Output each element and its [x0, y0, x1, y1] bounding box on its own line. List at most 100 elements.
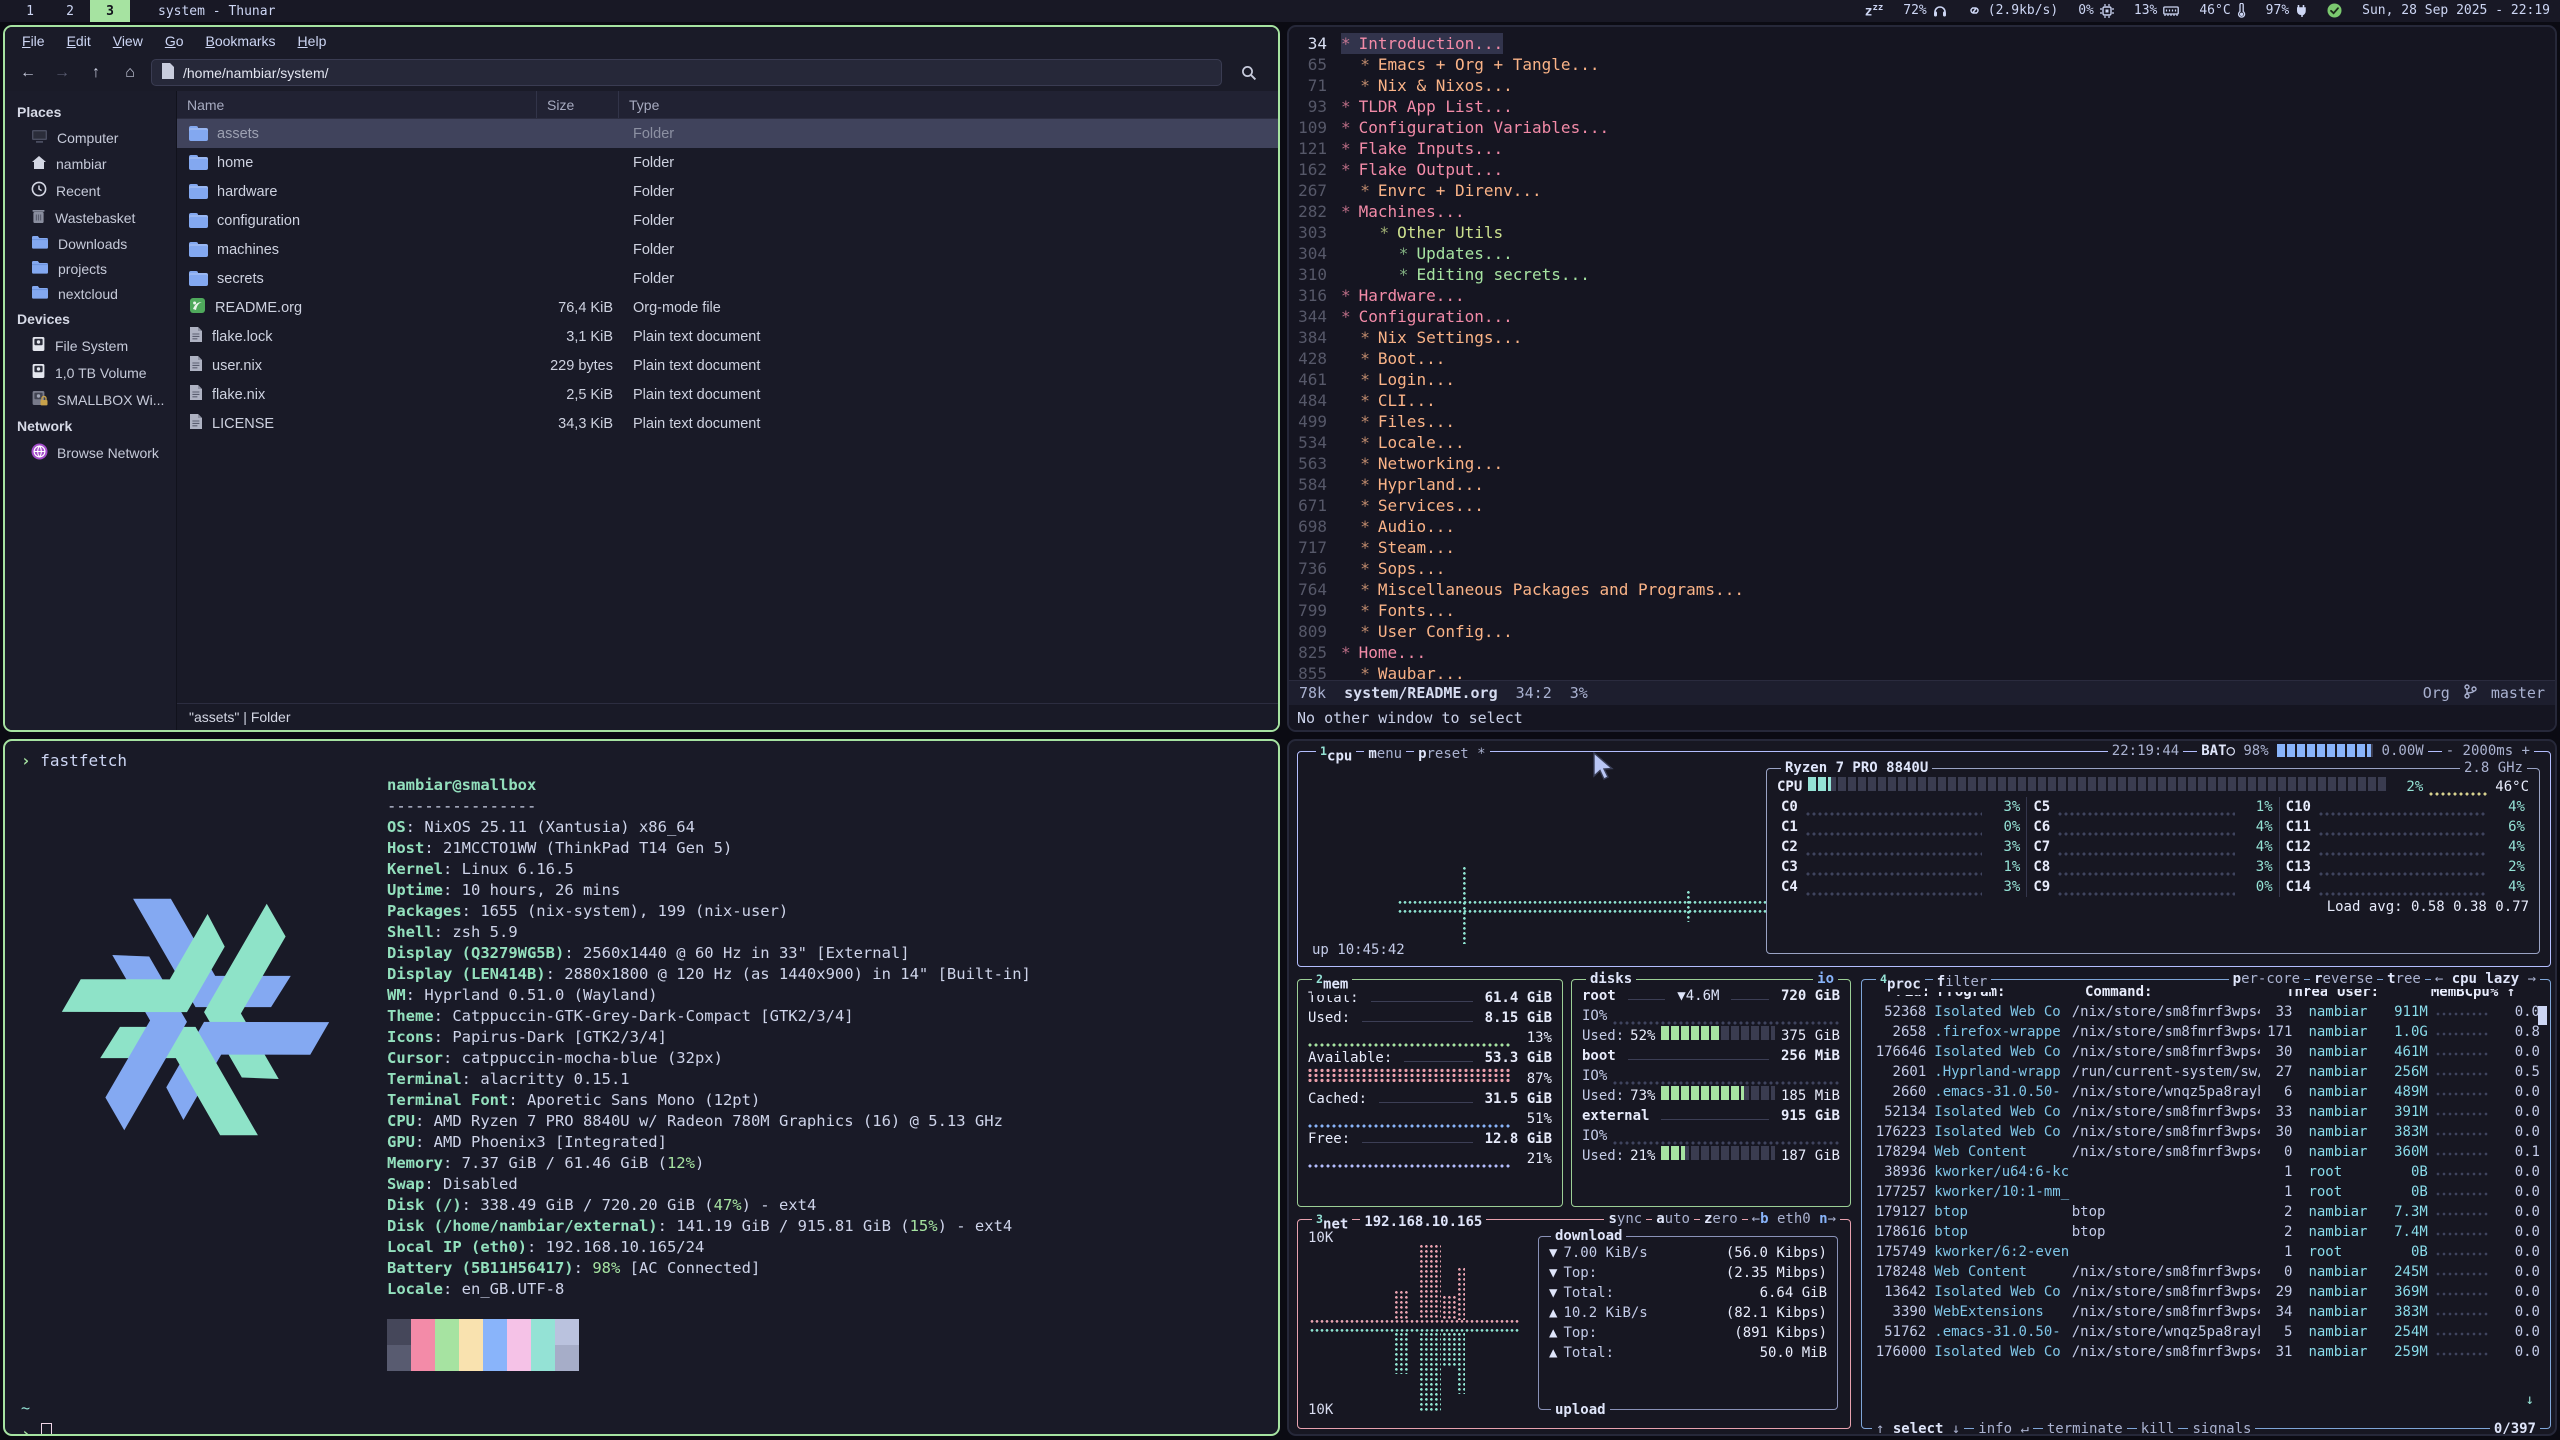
- menu-edit[interactable]: Edit: [58, 30, 100, 52]
- cpu-box-title[interactable]: 1cpu: [1316, 741, 1356, 767]
- clock-date[interactable]: Sun, 28 Sep 2025 - 22:19: [2362, 3, 2550, 18]
- column-header-size[interactable]: Size: [537, 91, 619, 118]
- proc-row[interactable]: 2658.firefox-wrappe/nix/store/sm8fmrf3wp…: [1862, 1022, 2550, 1042]
- org-heading-line[interactable]: 809 *User Config...: [1295, 621, 2555, 642]
- proc-row[interactable]: 52368Isolated Web Co/nix/store/sm8fmrf3w…: [1862, 1002, 2550, 1022]
- memory-usage[interactable]: 13%: [2134, 3, 2179, 18]
- file-row[interactable]: user.nix229 bytesPlain text document: [177, 351, 1278, 380]
- proc-sort-nav[interactable]: ← cpu lazy →: [2431, 969, 2540, 989]
- temperature[interactable]: 46°C: [2199, 3, 2245, 18]
- org-heading-line[interactable]: 282*Machines...: [1295, 201, 2555, 222]
- file-row[interactable]: configurationFolder: [177, 206, 1278, 235]
- proc-footer-2[interactable]: terminate: [2043, 1419, 2127, 1436]
- org-heading-line[interactable]: 109*Configuration Variables...: [1295, 117, 2555, 138]
- org-heading-line[interactable]: 698 *Audio...: [1295, 516, 2555, 537]
- sidebar-item-downloads[interactable]: Downloads: [5, 231, 176, 256]
- sidebar-item-1-0-tb-volume[interactable]: 1,0 TB Volume: [5, 359, 176, 386]
- org-heading-line[interactable]: 736 *Sops...: [1295, 558, 2555, 579]
- proc-row[interactable]: 2601.Hyprland-wrapp/run/current-system/s…: [1862, 1062, 2550, 1082]
- proc-footer-0[interactable]: ↑ select ↓: [1872, 1419, 1964, 1436]
- fastfetch-terminal[interactable]: › fastfetch nambiar@smallbox------------…: [3, 739, 1280, 1436]
- proc-row[interactable]: 3390WebExtensions/nix/store/sm8fmrf3wps4…: [1862, 1302, 2550, 1322]
- back-button[interactable]: ←: [15, 60, 41, 86]
- workspace-button-3[interactable]: 3: [90, 0, 130, 22]
- proc-row[interactable]: 177257kworker/10:1-mm_1root0B0.0: [1862, 1182, 2550, 1202]
- menu-button[interactable]: menu: [1364, 744, 1406, 764]
- file-row[interactable]: LICENSE34,3 KiBPlain text document: [177, 409, 1278, 438]
- org-heading-line[interactable]: 316*Hardware...: [1295, 285, 2555, 306]
- filter-button[interactable]: filter: [1933, 972, 1992, 992]
- org-heading-line[interactable]: 71 *Nix & Nixos...: [1295, 75, 2555, 96]
- proc-row[interactable]: 178294Web Content/nix/store/sm8fmrf3wps4…: [1862, 1142, 2550, 1162]
- sidebar-item-nambiar[interactable]: nambiar: [5, 151, 176, 177]
- file-row[interactable]: machinesFolder: [177, 235, 1278, 264]
- org-heading-line[interactable]: 855 *Waubar...: [1295, 663, 2555, 680]
- shell-prompt-empty[interactable]: ›: [21, 1423, 52, 1436]
- disks-io-toggle[interactable]: io: [1813, 969, 1838, 989]
- org-heading-line[interactable]: 461 *Login...: [1295, 369, 2555, 390]
- sidebar-item-projects[interactable]: projects: [5, 256, 176, 281]
- org-heading-line[interactable]: 484 *CLI...: [1295, 390, 2555, 411]
- proc-footer-4[interactable]: signals: [2188, 1419, 2255, 1436]
- proc-footer-3[interactable]: kill: [2137, 1419, 2179, 1436]
- sidebar-item-computer[interactable]: Computer: [5, 125, 176, 151]
- proc-button-tree[interactable]: tree: [2383, 969, 2425, 989]
- org-heading-line[interactable]: 764 *Miscellaneous Packages and Programs…: [1295, 579, 2555, 600]
- org-heading-line[interactable]: 34*Introduction...: [1295, 33, 2555, 54]
- org-heading-line[interactable]: 717 *Steam...: [1295, 537, 2555, 558]
- proc-row[interactable]: 13642Isolated Web Co/nix/store/sm8fmrf3w…: [1862, 1282, 2550, 1302]
- up-button[interactable]: ↑: [83, 60, 109, 86]
- file-row[interactable]: README.org76,4 KiBOrg-mode file: [177, 293, 1278, 322]
- proc-button-reverse[interactable]: reverse: [2310, 969, 2377, 989]
- proc-row[interactable]: 38936kworker/u64:6-kc1root0B0.0: [1862, 1162, 2550, 1182]
- org-heading-line[interactable]: 121*Flake Inputs...: [1295, 138, 2555, 159]
- net-button-zero[interactable]: zero: [1700, 1209, 1742, 1229]
- sidebar-item-smallbox-wi-[interactable]: SMALLBOX Wi...: [5, 386, 176, 413]
- sidebar-item-wastebasket[interactable]: Wastebasket: [5, 204, 176, 231]
- home-button[interactable]: ⌂: [117, 60, 143, 86]
- proc-row[interactable]: 179127btopbtop2nambiar7.3M0.0: [1862, 1202, 2550, 1222]
- proc-row[interactable]: 176000Isolated Web Co/nix/store/sm8fmrf3…: [1862, 1342, 2550, 1362]
- workspace-button-2[interactable]: 2: [50, 0, 90, 22]
- forward-button[interactable]: →: [49, 60, 75, 86]
- disks-box-title[interactable]: disks: [1586, 969, 1636, 989]
- net-button--b-eth0-n-[interactable]: ←b eth0 n→: [1748, 1209, 1840, 1229]
- file-row[interactable]: assetsFolder: [177, 119, 1278, 148]
- menu-view[interactable]: View: [104, 30, 152, 52]
- idle-inhibitor[interactable]: zzz: [1865, 3, 1884, 19]
- proc-row[interactable]: 175749kworker/6:2-even1root0B0.0: [1862, 1242, 2550, 1262]
- major-mode[interactable]: Org: [2423, 684, 2450, 702]
- file-row[interactable]: secretsFolder: [177, 264, 1278, 293]
- org-heading-line[interactable]: 304 *Updates...: [1295, 243, 2555, 264]
- file-row[interactable]: flake.lock3,1 KiBPlain text document: [177, 322, 1278, 351]
- column-header-name[interactable]: Name: [177, 91, 537, 118]
- volume[interactable]: 72%: [1903, 3, 1946, 18]
- network[interactable]: (2.9kb/s): [1967, 3, 2058, 18]
- org-heading-line[interactable]: 310 *Editing secrets...: [1295, 264, 2555, 285]
- sidebar-item-browse-network[interactable]: Browse Network: [5, 439, 176, 467]
- proc-row[interactable]: 176646Isolated Web Co/nix/store/sm8fmrf3…: [1862, 1042, 2550, 1062]
- org-heading-line[interactable]: 162*Flake Output...: [1295, 159, 2555, 180]
- file-row[interactable]: flake.nix2,5 KiBPlain text document: [177, 380, 1278, 409]
- file-row[interactable]: homeFolder: [177, 148, 1278, 177]
- mem-box-title[interactable]: 2mem: [1312, 969, 1352, 995]
- proc-scrollbar[interactable]: [2538, 1006, 2547, 1025]
- org-heading-line[interactable]: 825*Home...: [1295, 642, 2555, 663]
- org-heading-line[interactable]: 563 *Networking...: [1295, 453, 2555, 474]
- org-heading-line[interactable]: 303 *Other Utils: [1295, 222, 2555, 243]
- sidebar-item-file-system[interactable]: File System: [5, 332, 176, 359]
- cpu-usage[interactable]: 0%: [2078, 3, 2114, 18]
- org-heading-line[interactable]: 671 *Services...: [1295, 495, 2555, 516]
- emacs-buffer[interactable]: 34*Introduction...65 *Emacs + Org + Tang…: [1289, 27, 2555, 680]
- org-heading-line[interactable]: 428 *Boot...: [1295, 348, 2555, 369]
- proc-row[interactable]: 176223Isolated Web Co/nix/store/sm8fmrf3…: [1862, 1122, 2550, 1142]
- menu-help[interactable]: Help: [289, 30, 336, 52]
- proc-row[interactable]: 51762.emacs-31.0.50-/nix/store/wnqz5pa8r…: [1862, 1322, 2550, 1342]
- org-heading-line[interactable]: 499 *Files...: [1295, 411, 2555, 432]
- proc-box-title[interactable]: 4proc: [1876, 969, 1925, 995]
- org-heading-line[interactable]: 584 *Hyprland...: [1295, 474, 2555, 495]
- org-heading-line[interactable]: 534 *Locale...: [1295, 432, 2555, 453]
- proc-footer-1[interactable]: info ↵: [1974, 1419, 2033, 1436]
- preset-button[interactable]: preset *: [1414, 744, 1489, 764]
- workspace-button-1[interactable]: 1: [10, 0, 50, 22]
